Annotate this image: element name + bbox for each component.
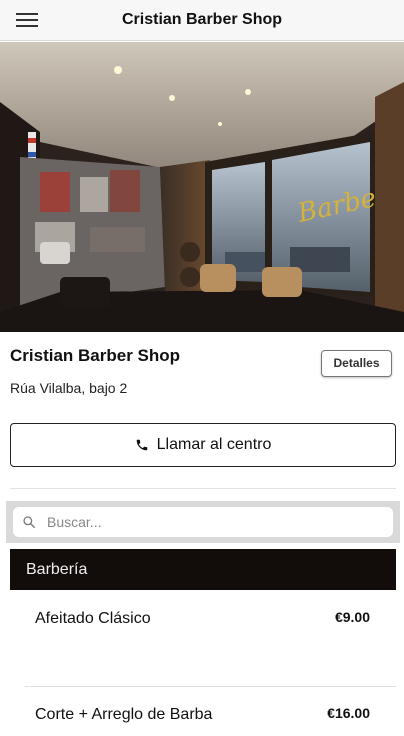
search-input[interactable]: [43, 507, 391, 537]
shop-address: Rúa Vilalba, bajo 2: [10, 380, 128, 396]
service-separator: [25, 686, 396, 687]
call-center-button[interactable]: Llamar al centro: [10, 423, 396, 467]
header-title: Cristian Barber Shop: [121, 11, 283, 28]
search-box: [13, 507, 393, 537]
call-center-label: Llamar al centro: [156, 436, 272, 453]
phone-icon: [136, 439, 147, 451]
category-header: Barbería: [10, 549, 396, 590]
details-button[interactable]: Detalles: [321, 350, 392, 377]
shop-photo: Barber: [0, 42, 404, 332]
service-name: Afeitado Clásico: [35, 610, 151, 627]
app-header: Cristian Barber Shop: [0, 0, 404, 41]
search-bar: [6, 501, 400, 543]
service-item[interactable]: Corte + Arreglo de Barba €16.00: [10, 705, 396, 736]
shop-name: Cristian Barber Shop: [10, 346, 181, 365]
service-price: €16.00: [327, 705, 370, 721]
service-item[interactable]: Afeitado Clásico €9.00: [10, 609, 396, 650]
search-icon: [23, 516, 35, 528]
service-name: Corte + Arreglo de Barba: [35, 706, 213, 723]
divider: [10, 488, 396, 489]
service-price: €9.00: [334, 609, 370, 625]
